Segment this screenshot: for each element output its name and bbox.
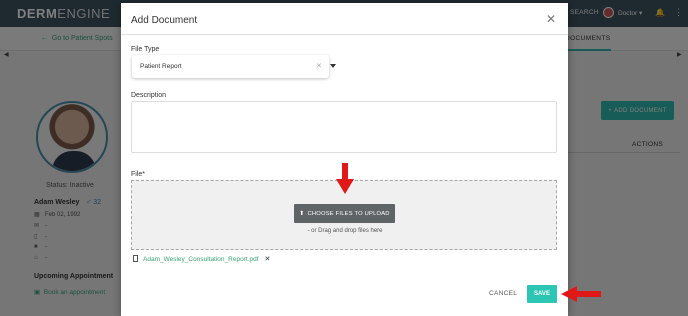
file-type-value: Patient Report [140, 63, 182, 70]
file-type-select[interactable]: Patient Report ✕ [132, 55, 336, 78]
chevron-down-icon[interactable] [330, 64, 336, 68]
description-label: Description [131, 92, 167, 99]
file-type-label: File Type [131, 46, 160, 53]
attached-file-name[interactable]: Adam_Wesley_Consultation_Report.pdf [143, 256, 259, 263]
upload-icon: ⬆ [299, 211, 305, 217]
attached-file-item: Adam_Wesley_Consultation_Report.pdf ✕ [133, 255, 270, 263]
cancel-button[interactable]: CANCEL [489, 290, 517, 297]
file-label: File* [131, 171, 146, 178]
description-textarea[interactable] [131, 101, 557, 153]
close-icon[interactable]: ✕ [546, 12, 556, 26]
drop-hint: - or Drag and drop files here [307, 228, 383, 234]
modal-header-divider [121, 34, 568, 35]
add-document-modal: Add Document ✕ File Type Patient Report … [121, 3, 568, 316]
choose-files-button[interactable]: ⬆ CHOOSE FILES TO UPLOAD [294, 204, 395, 223]
annotation-arrow-down-icon [336, 163, 354, 194]
annotation-arrow-left-icon [561, 286, 601, 302]
remove-file-icon[interactable]: ✕ [265, 256, 271, 263]
file-icon [133, 255, 138, 262]
clear-selection-icon[interactable]: ✕ [316, 62, 322, 70]
modal-title: Add Document [131, 15, 198, 26]
save-button[interactable]: SAVE [527, 285, 557, 303]
